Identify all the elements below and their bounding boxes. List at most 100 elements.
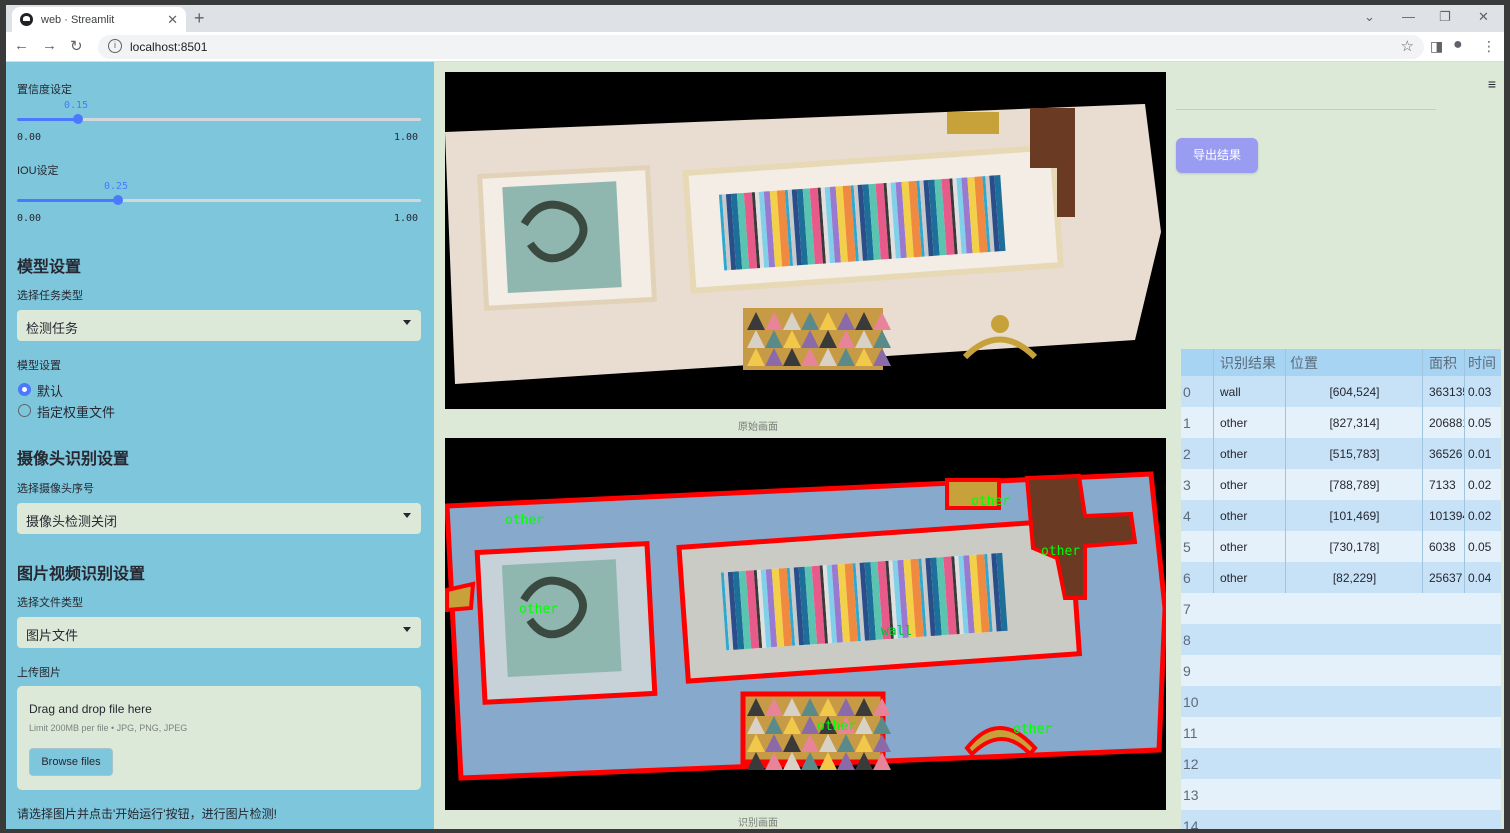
table-row[interactable]: 10 (1181, 686, 1501, 717)
table-row[interactable]: 0 wall [604,524] 3631350.03 (1181, 376, 1501, 407)
row-result (1214, 593, 1286, 624)
chevron-down-icon (403, 513, 411, 518)
iou-min: 0.00 (17, 213, 42, 224)
restore-button[interactable]: ❐ (1439, 9, 1451, 25)
window-close-button[interactable]: ✕ (1478, 9, 1489, 25)
table-row[interactable]: 9 (1181, 655, 1501, 686)
camera-index-select[interactable]: 摄像头检测关闭 (17, 503, 421, 534)
reload-button[interactable]: ↻ (70, 37, 83, 55)
row-position (1286, 748, 1423, 779)
camera-index-value: 摄像头检测关闭 (26, 514, 118, 529)
table-row[interactable]: 13 (1181, 779, 1501, 810)
address-bar[interactable]: i localhost:8501 ☆ (98, 35, 1424, 59)
iou-slider-fill (17, 199, 118, 202)
confidence-slider-thumb[interactable] (72, 114, 83, 124)
detection-label: other (971, 494, 1010, 509)
side-panel-icon[interactable]: ◨ (1430, 38, 1443, 55)
row-area (1423, 655, 1465, 686)
header-result[interactable]: 识别结果 (1214, 349, 1286, 376)
row-area: 25637 (1429, 570, 1463, 585)
chevron-down-icon (403, 627, 411, 632)
original-image-scene (445, 104, 1161, 384)
table-row[interactable]: 12 (1181, 748, 1501, 779)
table-row[interactable]: 8 (1181, 624, 1501, 655)
row-position: [730,178] (1329, 539, 1380, 554)
row-result (1214, 686, 1286, 717)
file-type-select[interactable]: 图片文件 (17, 617, 421, 648)
iou-slider-thumb[interactable] (112, 195, 123, 205)
row-area (1423, 779, 1465, 810)
profile-avatar-icon[interactable]: ● (1453, 36, 1463, 54)
table-row[interactable]: 11 (1181, 717, 1501, 748)
result-image-scene: other other other other wall other other (445, 471, 1166, 781)
row-result: other (1220, 508, 1248, 523)
header-position[interactable]: 位置 (1286, 349, 1423, 376)
table-row[interactable]: 7 (1181, 593, 1501, 624)
row-time: 0.05 (1468, 539, 1492, 554)
header-time[interactable]: 时间 (1465, 349, 1501, 376)
row-area: 6038 (1429, 539, 1456, 554)
tab-strip: web · Streamlit ✕ + ⌄ — ❐ ✕ (6, 5, 1504, 32)
model-settings-heading: 模型设置 (17, 259, 82, 276)
browser-menu-icon[interactable]: ⋮ (1482, 38, 1496, 55)
row-index: 9 (1183, 662, 1191, 679)
iou-value: 0.25 (103, 181, 129, 192)
table-header-row: 识别结果 位置 面积 时间 (1181, 349, 1501, 376)
row-index: 8 (1183, 631, 1191, 648)
browse-files-button[interactable]: Browse files (29, 748, 113, 776)
table-row[interactable]: 6 other [82,229] 25637 0.04 (1181, 562, 1501, 593)
url-text[interactable]: localhost:8501 (130, 40, 207, 54)
tab-close-icon[interactable]: ✕ (167, 12, 178, 28)
results-table[interactable]: 识别结果 位置 面积 时间 0 wall [604,524] 3631350.03 1 o… (1181, 349, 1501, 829)
row-area (1423, 748, 1465, 779)
forward-button[interactable]: → (42, 37, 57, 54)
row-result: other (1220, 446, 1248, 461)
site-info-icon[interactable]: i (108, 39, 122, 53)
row-index: 13 (1183, 786, 1199, 803)
bookmark-star-icon[interactable]: ☆ (1401, 37, 1414, 55)
table-row[interactable]: 2 other [515,783] 36526 0.01 (1181, 438, 1501, 469)
file-type-label: 选择文件类型 (17, 597, 83, 609)
row-result (1214, 717, 1286, 748)
row-position (1286, 655, 1423, 686)
hamburger-menu-icon[interactable]: ≡ (1488, 76, 1496, 92)
tab-search-icon[interactable]: ⌄ (1364, 9, 1375, 25)
radio-custom-weights-label[interactable]: 指定权重文件 (37, 402, 115, 421)
table-row[interactable]: 14 (1181, 810, 1501, 829)
row-position: [788,789] (1329, 477, 1380, 492)
radio-default-label[interactable]: 默认 (37, 381, 63, 400)
row-time: 0.05 (1468, 415, 1492, 430)
table-row[interactable]: 3 other [788,789] 7133 0.02 (1181, 469, 1501, 500)
confidence-label: 置信度设定 (17, 84, 72, 96)
iou-max: 1.00 (394, 213, 419, 224)
original-image (445, 72, 1166, 409)
file-uploader-dropzone[interactable]: Drag and drop file here Limit 200MB per … (17, 686, 421, 790)
instruction-text: 请选择图片并点击'开始运行'按钮，进行图片检测! (17, 807, 277, 821)
row-position: [515,783] (1329, 446, 1380, 461)
header-area[interactable]: 面积 (1423, 349, 1465, 376)
detection-label: wall (881, 624, 912, 639)
main-content: 原始画面 other other other other wall other … (434, 62, 1504, 829)
detection-label: other (1013, 722, 1052, 737)
task-type-select[interactable]: 检测任务 (17, 310, 421, 341)
row-position (1286, 624, 1423, 655)
table-row[interactable]: 1 other [827,314] 2068810.05 (1181, 407, 1501, 438)
confidence-slider[interactable] (17, 114, 421, 124)
radio-custom-weights[interactable] (18, 404, 31, 417)
export-results-button[interactable]: 导出结果 (1176, 138, 1258, 173)
new-tab-button[interactable]: + (194, 8, 205, 29)
detection-label: other (817, 719, 856, 734)
iou-slider[interactable] (17, 195, 421, 205)
table-row[interactable]: 5 other [730,178] 6038 0.05 (1181, 531, 1501, 562)
table-row[interactable]: 4 other [101,469] 1013940.02 (1181, 500, 1501, 531)
row-time (1465, 717, 1501, 748)
row-index: 4 (1183, 507, 1191, 524)
browser-tab[interactable]: web · Streamlit ✕ (12, 7, 186, 32)
back-button[interactable]: ← (14, 37, 29, 54)
minimize-button[interactable]: — (1402, 9, 1415, 24)
row-area (1423, 686, 1465, 717)
radio-default[interactable] (18, 383, 31, 396)
row-index: 12 (1183, 755, 1199, 772)
row-index: 1 (1183, 414, 1191, 431)
row-result: other (1220, 539, 1248, 554)
